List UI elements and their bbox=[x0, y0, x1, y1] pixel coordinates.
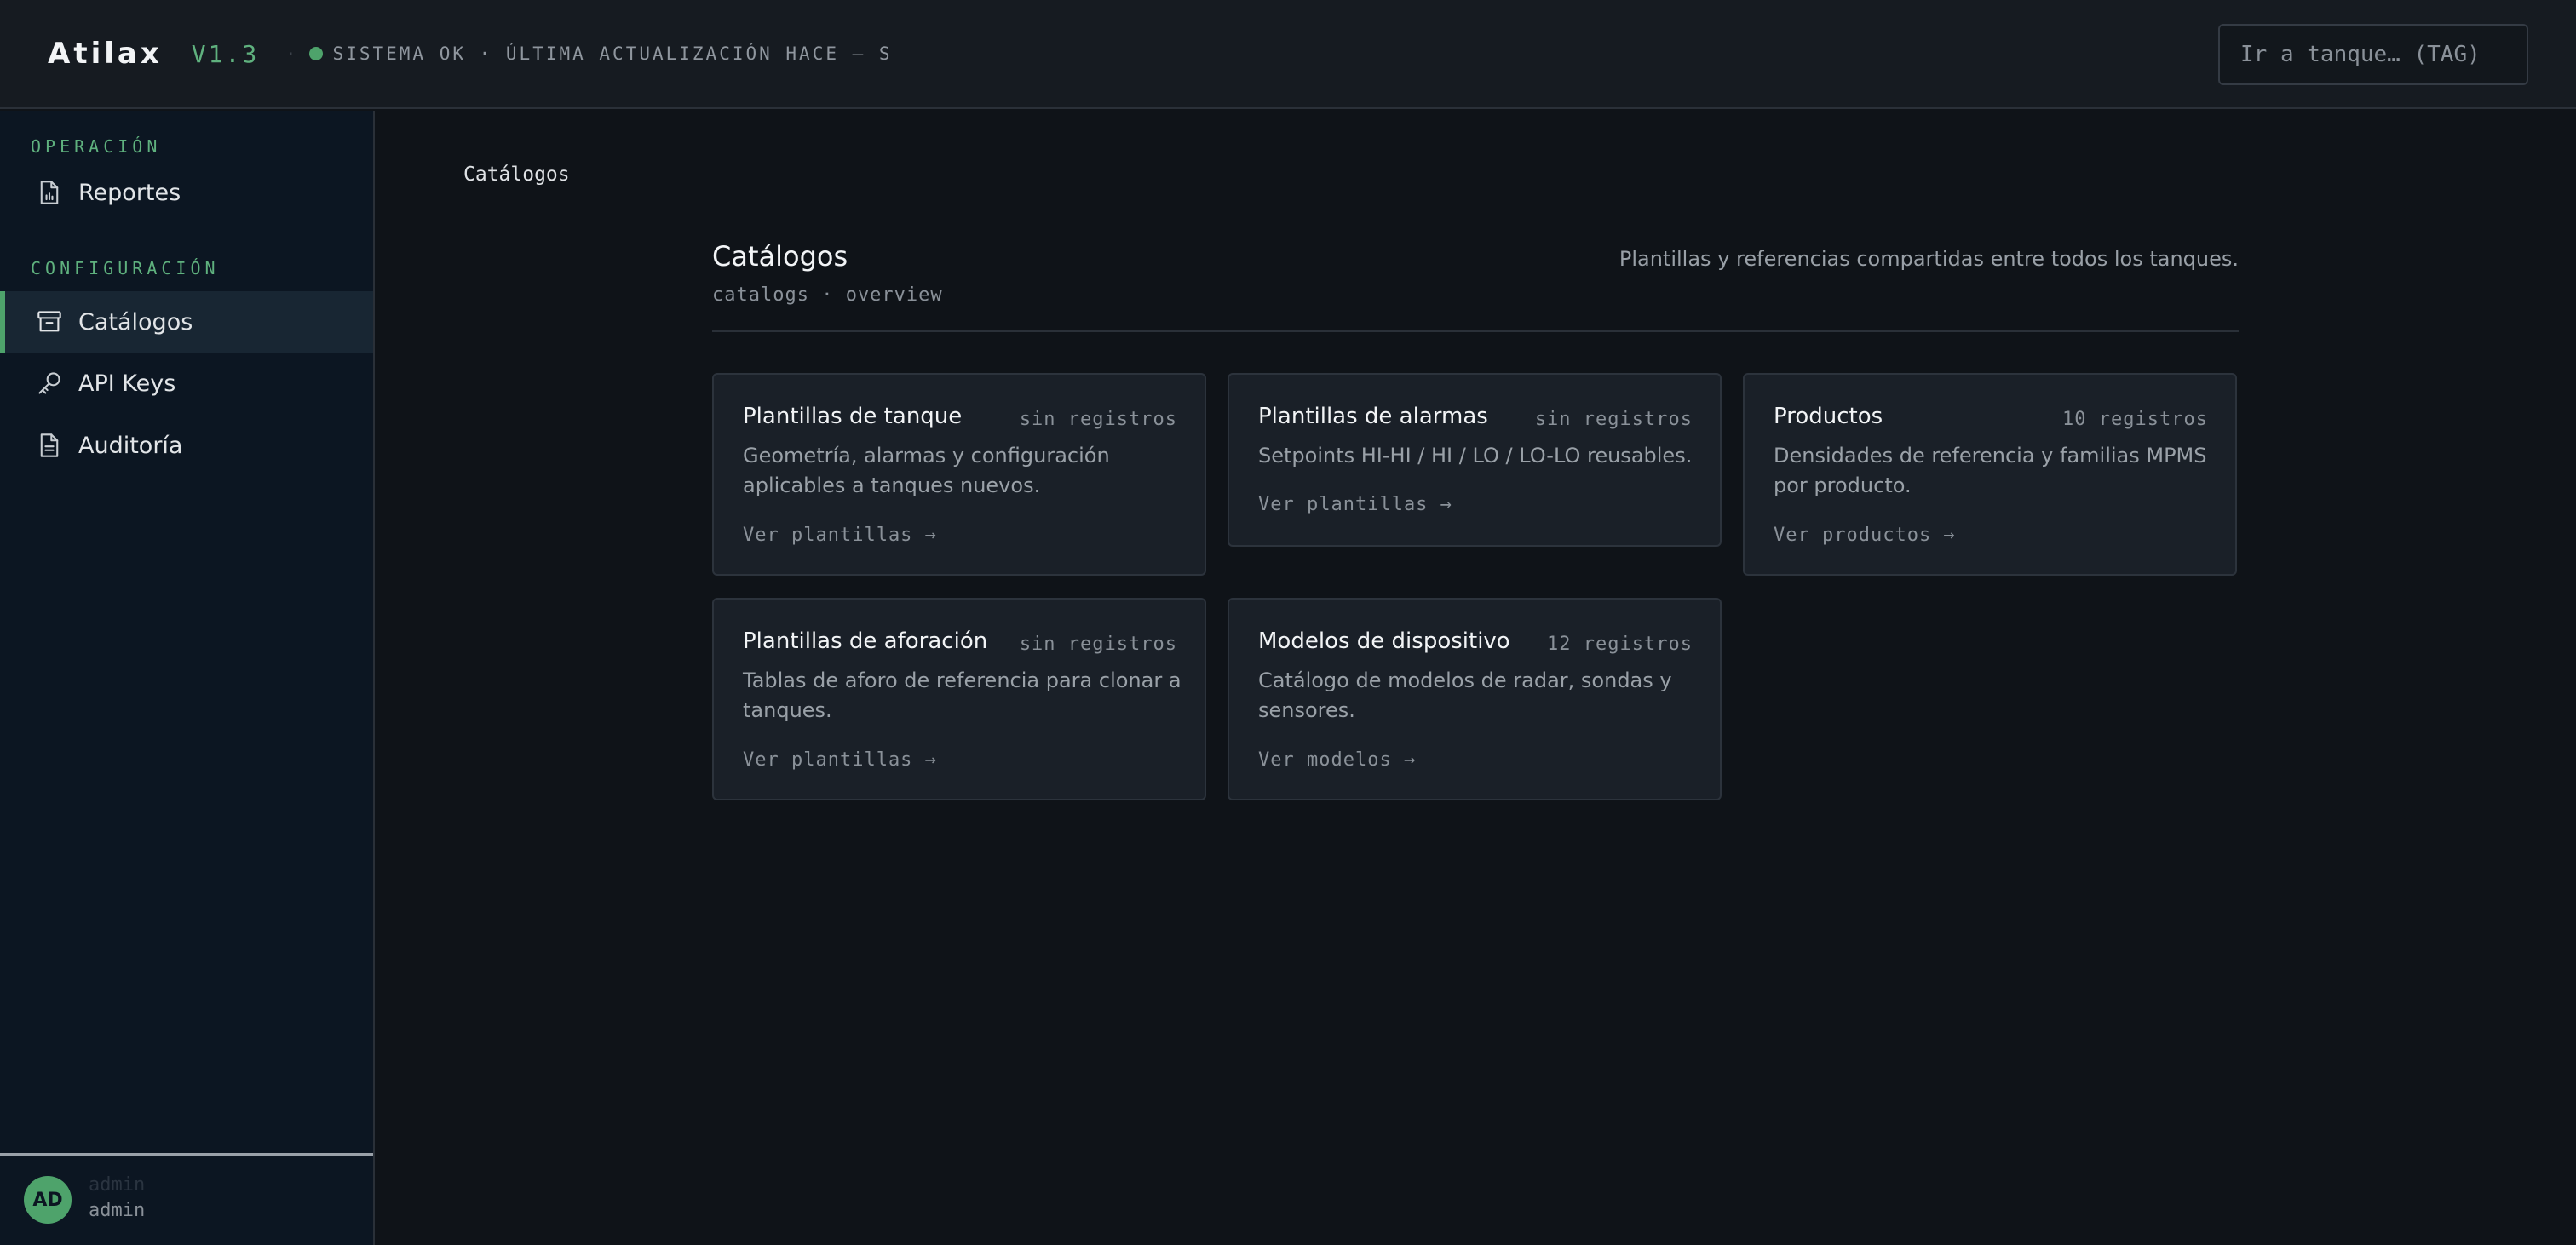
sidebar-item-catalogos[interactable]: Catálogos bbox=[0, 291, 373, 353]
card-count: sin registros bbox=[1019, 409, 1177, 430]
card-description: Catálogo de modelos de radar, sondas y s… bbox=[1258, 668, 1672, 722]
app-logo[interactable]: Atilax bbox=[48, 37, 163, 71]
catalog-card-productos[interactable]: Productos 10 registros Densidades de ref… bbox=[1743, 373, 2237, 576]
card-link[interactable]: Ver productos → bbox=[1774, 525, 1956, 546]
card-title: Plantillas de aforación bbox=[743, 628, 988, 654]
header-divider bbox=[712, 330, 2239, 332]
sidebar-section-configuracion: CONFIGURACIÓN bbox=[31, 258, 220, 278]
card-description: Densidades de referencia y familias MPMS… bbox=[1774, 444, 2207, 497]
card-count: sin registros bbox=[1534, 409, 1693, 430]
card-link[interactable]: Ver plantillas → bbox=[743, 749, 937, 771]
sidebar-item-reportes[interactable]: Reportes bbox=[0, 162, 373, 223]
card-title: Productos bbox=[1774, 404, 1883, 429]
tank-search-input[interactable] bbox=[2218, 24, 2528, 85]
sidebar: OPERACIÓN Reportes CONFIGURACIÓN Catálog… bbox=[0, 111, 375, 1245]
sidebar-item-label: API Keys bbox=[78, 370, 176, 397]
card-count: sin registros bbox=[1019, 634, 1177, 655]
page-description: Plantillas y referencias compartidas ent… bbox=[1619, 247, 2239, 271]
document-icon bbox=[36, 432, 63, 459]
report-file-icon bbox=[36, 179, 63, 206]
card-title: Plantillas de alarmas bbox=[1258, 404, 1488, 429]
card-description: Geometría, alarmas y configuración aplic… bbox=[743, 444, 1110, 497]
avatar[interactable]: AD bbox=[24, 1176, 72, 1224]
catalog-card-plantillas-alarmas[interactable]: Plantillas de alarmas sin registros Setp… bbox=[1228, 373, 1722, 547]
header-separator: · bbox=[288, 43, 294, 64]
card-description: Setpoints HI-HI / HI / LO / LO-LO reusab… bbox=[1258, 444, 1693, 468]
card-link[interactable]: Ver modelos → bbox=[1258, 749, 1416, 771]
system-status-text: SISTEMA OK · ÚLTIMA ACTUALIZACIÓN HACE —… bbox=[332, 43, 893, 64]
sidebar-item-label: Auditoría bbox=[78, 432, 183, 459]
sidebar-item-label: Catálogos bbox=[78, 308, 193, 336]
card-description: Tablas de aforo de referencia para clona… bbox=[743, 668, 1182, 722]
user-role: admin bbox=[89, 1200, 146, 1221]
card-count: 12 registros bbox=[1547, 634, 1693, 655]
catalog-card-plantillas-tanque[interactable]: Plantillas de tanque sin registros Geome… bbox=[712, 373, 1206, 576]
sidebar-section-operacion: OPERACIÓN bbox=[31, 136, 162, 157]
status-indicator-icon bbox=[308, 47, 323, 60]
card-title: Modelos de dispositivo bbox=[1258, 628, 1510, 654]
user-panel[interactable]: AD admin admin bbox=[0, 1153, 373, 1245]
sidebar-item-api-keys[interactable]: API Keys bbox=[0, 353, 373, 414]
card-count: 10 registros bbox=[2062, 409, 2208, 430]
card-title: Plantillas de tanque bbox=[743, 404, 963, 429]
breadcrumb[interactable]: Catálogos bbox=[463, 164, 570, 186]
sidebar-item-label: Reportes bbox=[78, 179, 181, 206]
catalog-card-modelos-dispositivo[interactable]: Modelos de dispositivo 12 registros Catá… bbox=[1228, 598, 1722, 800]
card-link[interactable]: Ver plantillas → bbox=[743, 525, 937, 546]
key-icon bbox=[36, 370, 63, 397]
user-name: admin bbox=[89, 1174, 146, 1196]
archive-box-icon bbox=[36, 308, 63, 336]
top-bar: Atilax V1.3 · SISTEMA OK · ÚLTIMA ACTUAL… bbox=[0, 0, 2576, 109]
app-version: V1.3 bbox=[191, 39, 260, 68]
card-link[interactable]: Ver plantillas → bbox=[1258, 494, 1452, 515]
page-title: Catálogos bbox=[712, 240, 848, 273]
catalog-card-plantillas-aforacion[interactable]: Plantillas de aforación sin registros Ta… bbox=[712, 598, 1206, 800]
sidebar-item-auditoria[interactable]: Auditoría bbox=[0, 415, 373, 476]
page-subtitle: catalogs · overview bbox=[712, 284, 943, 306]
